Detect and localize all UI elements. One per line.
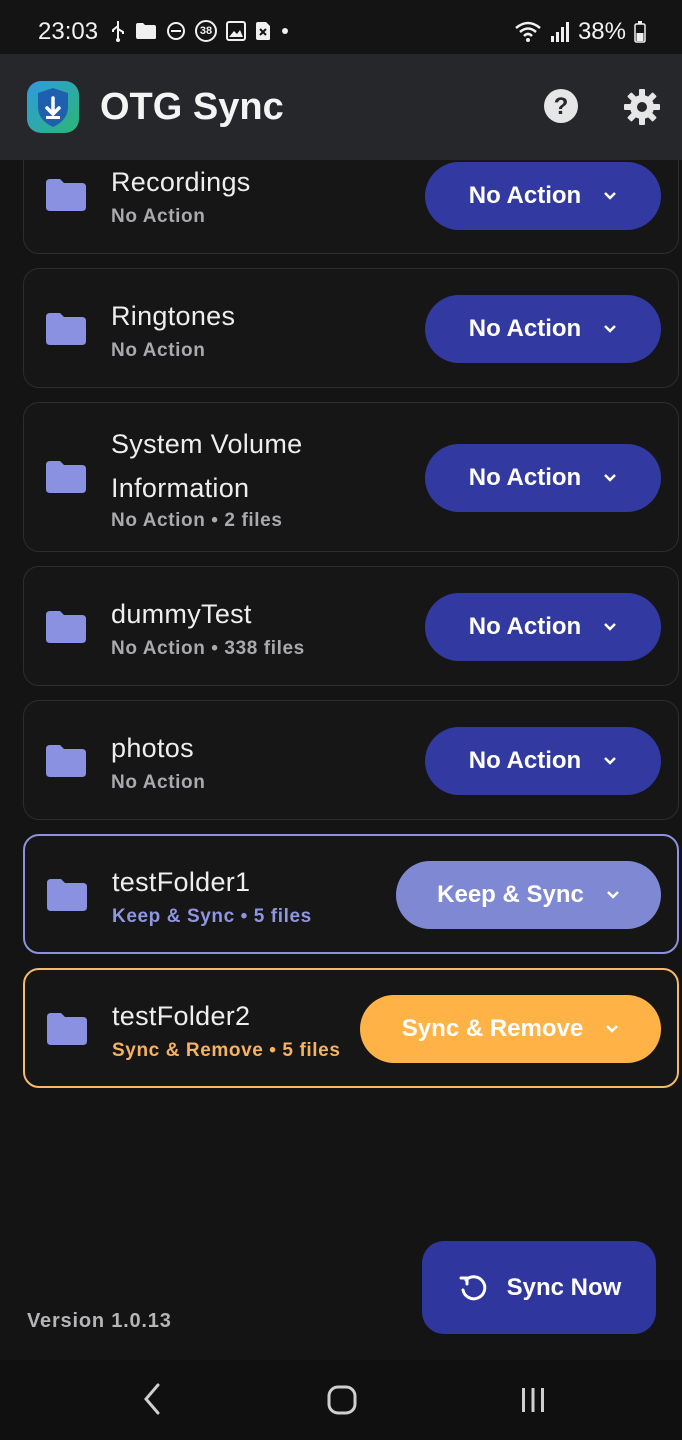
chevron-down-icon <box>606 891 619 899</box>
status-time: 23:03 <box>38 18 99 45</box>
folder-icon <box>136 23 156 39</box>
home-icon[interactable] <box>326 1384 358 1416</box>
folder-status: No Action • 2 files <box>111 510 283 531</box>
action-label: Sync & Remove <box>401 1015 584 1042</box>
app-title: OTG Sync <box>100 86 284 128</box>
help-icon[interactable]: ? <box>543 88 579 124</box>
sync-now-label: Sync Now <box>506 1273 622 1301</box>
status-left-icons: 38 <box>110 20 290 42</box>
folder-card-selected[interactable]: testFolder2 Sync & Remove • 5 files Sync… <box>23 968 679 1088</box>
image-icon <box>226 21 246 41</box>
action-dropdown[interactable]: No Action <box>425 727 661 795</box>
gear-icon[interactable] <box>623 88 661 126</box>
folder-status: No Action <box>111 340 206 361</box>
folder-icon <box>46 461 86 493</box>
system-nav-bar <box>0 1360 682 1440</box>
action-dropdown[interactable]: No Action <box>425 295 661 363</box>
folder-icon <box>46 313 86 345</box>
dot-icon <box>282 28 288 34</box>
shield-download-icon <box>27 81 79 133</box>
back-icon[interactable] <box>140 1382 164 1416</box>
folder-status: No Action • 338 files <box>111 638 305 659</box>
folder-list[interactable]: Recordings No Action No Action Ringtones… <box>0 160 682 1120</box>
action-dropdown[interactable]: Keep & Sync <box>396 861 661 929</box>
action-label: No Action <box>468 464 582 491</box>
action-label: No Action <box>468 182 582 209</box>
battery-icon <box>634 21 646 43</box>
sync-now-button[interactable]: Sync Now <box>422 1241 656 1334</box>
action-label: No Action <box>468 613 582 640</box>
action-dropdown[interactable]: No Action <box>425 162 661 230</box>
action-label: No Action <box>468 315 582 342</box>
folder-status: No Action <box>111 772 206 793</box>
folder-icon <box>47 1013 87 1045</box>
svg-text:?: ? <box>554 93 569 120</box>
recent-apps-icon[interactable] <box>519 1385 547 1415</box>
folder-card[interactable]: Ringtones No Action No Action <box>23 268 679 388</box>
app-bar: OTG Sync <box>0 54 682 160</box>
folder-icon <box>46 745 86 777</box>
folder-card[interactable]: Recordings No Action No Action <box>23 160 679 254</box>
battery-percent: 38% <box>577 18 626 45</box>
dnd-icon <box>167 22 185 40</box>
status-right-icons: 38% <box>514 18 646 46</box>
chevron-down-icon <box>606 1025 619 1033</box>
folder-card[interactable]: dummyTest No Action • 338 files No Actio… <box>23 566 679 686</box>
folder-icon <box>47 879 87 911</box>
folder-name: testFolder2 <box>112 1001 251 1031</box>
folder-status: No Action <box>111 206 206 227</box>
chevron-down-icon <box>604 192 617 200</box>
wifi-icon <box>515 21 541 42</box>
folder-status: Keep & Sync • 5 files <box>112 906 312 927</box>
status-bar: 23:03 38 38% <box>0 0 682 58</box>
folder-card-selected[interactable]: testFolder1 Keep & Sync • 5 files Keep &… <box>23 834 679 954</box>
signal-icon <box>550 22 569 42</box>
version-label: Version 1.0.13 <box>27 1310 172 1332</box>
chevron-down-icon <box>604 325 617 333</box>
badge-icon: 38 <box>195 20 217 42</box>
folder-card[interactable]: System Volume Information No Action • 2 … <box>23 402 679 552</box>
usb-icon <box>112 21 124 42</box>
folder-icon <box>46 179 86 211</box>
folder-name: Recordings <box>111 167 251 197</box>
action-label: No Action <box>468 747 582 774</box>
action-dropdown[interactable]: No Action <box>425 444 661 512</box>
folder-name: dummyTest <box>111 599 252 629</box>
action-label: Keep & Sync <box>437 881 584 908</box>
chevron-down-icon <box>604 757 617 765</box>
action-dropdown[interactable]: Sync & Remove <box>360 995 661 1063</box>
folder-status: Sync & Remove • 5 files <box>112 1040 341 1061</box>
folder-name: testFolder1 <box>112 867 251 897</box>
chevron-down-icon <box>604 623 617 631</box>
folder-name: Ringtones <box>111 301 236 331</box>
chevron-down-icon <box>604 474 617 482</box>
folder-name: photos <box>111 733 194 763</box>
folder-card[interactable]: photos No Action No Action <box>23 700 679 820</box>
refresh-icon <box>459 1274 486 1300</box>
sim-icon <box>256 22 270 40</box>
folder-icon <box>46 611 86 643</box>
folder-name: System Volume Information <box>111 429 303 503</box>
action-dropdown[interactable]: No Action <box>425 593 661 661</box>
